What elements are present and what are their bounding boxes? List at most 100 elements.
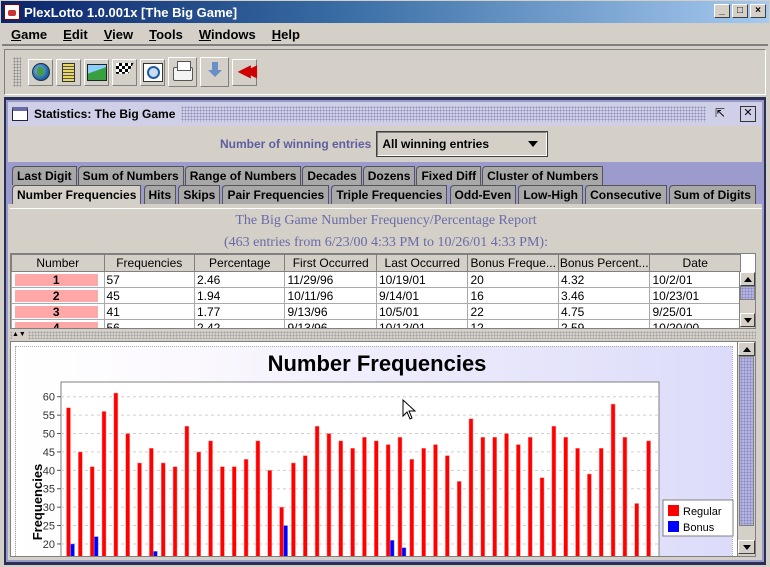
table-cell: 4.75 xyxy=(557,303,651,320)
app-icon[interactable] xyxy=(4,4,20,20)
column-header[interactable]: Number xyxy=(11,254,105,272)
title-drag-area[interactable] xyxy=(181,106,706,122)
calculator-button[interactable] xyxy=(56,58,81,86)
table-header: Number Frequencies Percentage First Occurre… xyxy=(11,254,741,272)
globe-button[interactable] xyxy=(28,58,53,86)
column-header[interactable]: Last Occurred xyxy=(375,254,469,272)
magnifier-button[interactable] xyxy=(140,58,165,86)
menu-help[interactable]: Help xyxy=(263,27,307,42)
arrow-up-icon xyxy=(742,346,751,352)
split-expand-arrows-icon[interactable]: ▲▼ xyxy=(12,331,28,339)
chart-button[interactable] xyxy=(84,58,109,86)
table-cell: 20 xyxy=(467,271,559,288)
minimize-button[interactable]: _ xyxy=(714,4,730,18)
maximize-button[interactable]: □ xyxy=(732,4,748,18)
column-header[interactable]: Bonus Percent... xyxy=(557,254,651,272)
menu-mnemonic: W xyxy=(198,26,211,42)
menu-mnemonic: E xyxy=(63,26,72,42)
column-header[interactable]: Bonus Freque... xyxy=(467,254,559,272)
table-row[interactable]: 4 56 2.42 9/13/96 10/12/01 12 2.59 10/20/00 xyxy=(11,319,741,328)
menu-tools[interactable]: Tools xyxy=(140,27,190,42)
magnifier-icon xyxy=(142,62,163,82)
table-cell: 10/12/01 xyxy=(375,319,469,328)
menu-view[interactable]: View xyxy=(95,27,140,42)
scroll-up-button[interactable] xyxy=(740,272,755,286)
tab-fixed-diff[interactable]: Fixed Diff xyxy=(416,166,482,185)
table-cell: 57 xyxy=(103,271,195,288)
table-cell: 3.46 xyxy=(557,287,651,304)
menu-label-rest: indows xyxy=(211,26,256,42)
statistics-frame: Statistics: The Big Game ⇱ ✕ Number of w… xyxy=(6,100,764,562)
chart-scroll-thumb[interactable] xyxy=(739,356,754,526)
window-title-bar[interactable]: PlexLotto 1.0.001x [The Big Game] _ □ × xyxy=(0,0,770,24)
download-button[interactable] xyxy=(200,57,229,87)
scroll-thumb[interactable] xyxy=(740,286,755,300)
table-row[interactable]: 2 45 1.94 10/11/96 9/14/01 16 3.46 10/23/01 xyxy=(11,287,741,304)
menu-edit[interactable]: Edit xyxy=(54,27,95,42)
table-scrollbar[interactable] xyxy=(739,272,755,328)
number-cell: 1 xyxy=(11,271,105,288)
tab-triple-frequencies[interactable]: Triple Frequencies xyxy=(331,185,448,204)
tab-skips[interactable]: Skips xyxy=(178,185,221,204)
close-button[interactable]: × xyxy=(750,4,766,18)
tab-odd-even[interactable]: Odd-Even xyxy=(449,185,517,204)
frame-title-bar[interactable]: Statistics: The Big Game ⇱ ✕ xyxy=(8,102,762,126)
scroll-down-button[interactable] xyxy=(740,313,755,327)
y-tick-label: 55 xyxy=(43,410,55,422)
chart-scroll-up-button[interactable] xyxy=(738,342,755,356)
tab-low-high[interactable]: Low-High xyxy=(518,185,583,204)
arrow-down-icon xyxy=(743,317,752,323)
bar-regular-15 xyxy=(231,466,237,556)
tab-decades[interactable]: Decades xyxy=(302,166,362,185)
table-body: 1 57 2.46 11/29/96 10/19/01 20 4.32 10/2/01 2 45 1… xyxy=(11,271,741,328)
column-header[interactable]: First Occurred xyxy=(284,254,377,272)
table-cell: 10/23/01 xyxy=(649,287,741,304)
bar-regular-33 xyxy=(445,455,450,556)
chart-scroll-track[interactable] xyxy=(738,526,755,540)
tab-sum-of-digits[interactable]: Sum of Digits xyxy=(668,185,756,204)
y-axis-label: Frequencies xyxy=(30,464,45,541)
tab-consecutive[interactable]: Consecutive xyxy=(585,185,667,204)
chart-scrollbar[interactable] xyxy=(737,342,755,556)
frame-window-icon xyxy=(12,107,28,121)
tab-hits[interactable]: Hits xyxy=(143,185,177,204)
tab-last-digit[interactable]: Last Digit xyxy=(12,166,77,185)
menu-label-rest: ame xyxy=(21,26,48,42)
number-badge: 3 xyxy=(15,306,98,318)
column-header[interactable]: Frequencies xyxy=(103,254,195,272)
bar-regular-5 xyxy=(113,392,119,556)
bar-regular-16 xyxy=(243,459,249,556)
scroll-track[interactable] xyxy=(740,300,755,313)
table-cell: 9/25/01 xyxy=(649,303,741,320)
bar-regular-27 xyxy=(374,440,379,556)
toolbar-grip[interactable] xyxy=(13,57,21,87)
table-cell: 41 xyxy=(103,303,195,320)
bar-regular-1 xyxy=(66,407,71,556)
tab-range-of-numbers[interactable]: Range of Numbers xyxy=(184,166,302,185)
column-header[interactable]: Percentage xyxy=(193,254,286,272)
tab-cluster-of-numbers[interactable]: Cluster of Numbers xyxy=(482,166,604,185)
table-row[interactable]: 3 41 1.77 9/13/96 10/5/01 22 4.75 9/25/01 xyxy=(11,303,741,320)
menu-windows[interactable]: Windows xyxy=(190,27,263,42)
select-value: All winning entries xyxy=(382,137,490,151)
winning-entries-select[interactable]: All winning entries xyxy=(376,131,549,157)
y-tick-label: 45 xyxy=(43,447,55,459)
column-header[interactable]: Date xyxy=(649,254,741,272)
print-button[interactable] xyxy=(168,57,197,87)
close-frame-button[interactable]: ✕ xyxy=(740,106,756,122)
menu-game[interactable]: Game xyxy=(2,27,54,42)
bar-regular-39 xyxy=(516,444,521,556)
split-pane-divider[interactable]: ▲▼ xyxy=(10,331,756,339)
tab-dozens[interactable]: Dozens xyxy=(362,166,416,185)
tab-pair-frequencies[interactable]: Pair Frequencies xyxy=(222,185,330,204)
table-row[interactable]: 1 57 2.46 11/29/96 10/19/01 20 4.32 10/2/01 xyxy=(11,271,741,288)
legend-label-regular: Regular xyxy=(683,506,722,518)
checkered-flag-button[interactable] xyxy=(112,58,137,86)
bar-regular-32 xyxy=(433,444,438,556)
rewind-button[interactable]: ◀◀ xyxy=(232,58,257,86)
restore-frame-button[interactable]: ⇱ xyxy=(712,106,728,122)
tab-number-frequencies[interactable]: Number Frequencies xyxy=(12,185,142,204)
chart-scroll-down-button[interactable] xyxy=(738,540,755,554)
legend-label-bonus: Bonus xyxy=(683,522,715,534)
tab-sum-of-numbers[interactable]: Sum of Numbers xyxy=(77,166,184,185)
